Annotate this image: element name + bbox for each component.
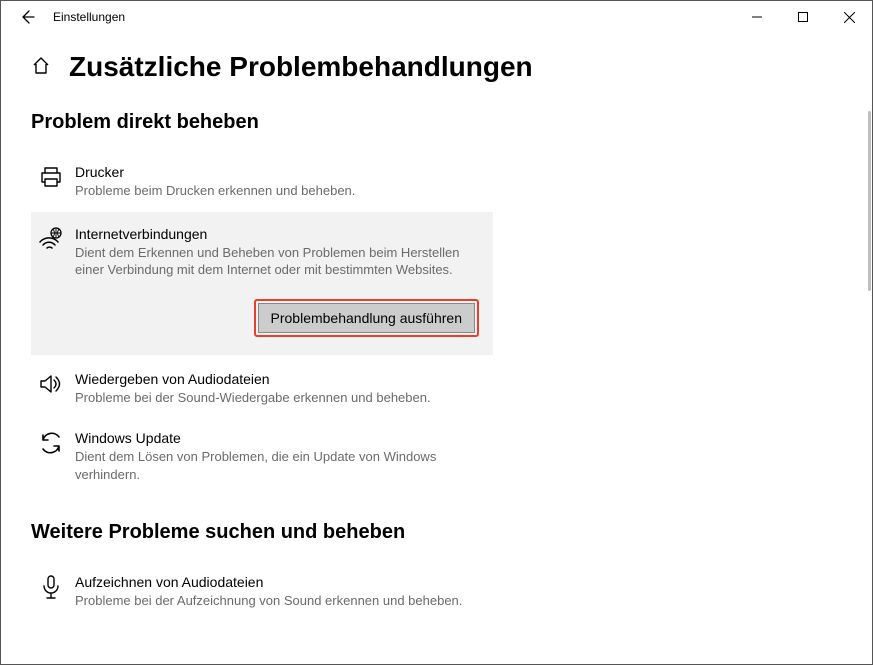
printer-icon <box>37 164 65 192</box>
troubleshooter-windows-update[interactable]: Windows Update Dient dem Lösen von Probl… <box>31 418 493 495</box>
section-heading: Weitere Probleme suchen und beheben <box>31 521 842 544</box>
troubleshooter-printer[interactable]: Drucker Probleme beim Drucken erkennen u… <box>31 152 493 212</box>
page-header: Zusätzliche Problembehandlungen <box>31 51 842 83</box>
wifi-globe-icon <box>37 226 65 254</box>
content-area: Zusätzliche Problembehandlungen Problem … <box>1 33 872 664</box>
troubleshooter-title: Aufzeichnen von Audiodateien <box>75 574 479 590</box>
troubleshooter-desc: Dient dem Lösen von Problemen, die ein U… <box>75 448 479 483</box>
run-button-row: Problembehandlung ausführen <box>75 299 479 337</box>
scrollbar[interactable] <box>868 111 871 291</box>
close-button[interactable] <box>826 1 872 33</box>
titlebar: Einstellungen <box>1 1 872 33</box>
minimize-button[interactable] <box>734 1 780 33</box>
troubleshooter-audio-playback[interactable]: Wiedergeben von Audiodateien Probleme be… <box>31 359 493 419</box>
microphone-icon <box>37 574 65 602</box>
troubleshooter-list: Drucker Probleme beim Drucken erkennen u… <box>31 152 493 495</box>
troubleshooter-title: Windows Update <box>75 430 479 446</box>
run-troubleshooter-button[interactable]: Problembehandlung ausführen <box>258 303 475 333</box>
maximize-button[interactable] <box>780 1 826 33</box>
arrow-left-icon <box>19 9 35 25</box>
troubleshooter-audio-recording[interactable]: Aufzeichnen von Audiodateien Probleme be… <box>31 562 493 622</box>
window-controls <box>734 1 872 33</box>
maximize-icon <box>798 12 808 22</box>
speaker-icon <box>37 371 65 399</box>
troubleshooter-title: Drucker <box>75 164 479 180</box>
troubleshooter-title: Wiedergeben von Audiodateien <box>75 371 479 387</box>
troubleshooter-list: Aufzeichnen von Audiodateien Probleme be… <box>31 562 493 622</box>
troubleshooter-desc: Probleme beim Drucken erkennen und beheb… <box>75 182 479 200</box>
home-icon[interactable] <box>31 56 53 78</box>
section-heading: Problem direkt beheben <box>31 111 842 134</box>
page-title: Zusätzliche Problembehandlungen <box>69 51 533 83</box>
close-icon <box>844 12 855 23</box>
back-button[interactable] <box>5 1 49 33</box>
sync-icon <box>37 430 65 458</box>
run-button-highlight: Problembehandlung ausführen <box>254 299 479 337</box>
minimize-icon <box>752 12 762 22</box>
troubleshooter-desc: Probleme bei der Aufzeichnung von Sound … <box>75 592 479 610</box>
troubleshooter-title: Internetverbindungen <box>75 226 479 242</box>
troubleshooter-desc: Probleme bei der Sound-Wiedergabe erkenn… <box>75 389 479 407</box>
troubleshooter-internet[interactable]: Internetverbindungen Dient dem Erkennen … <box>31 212 493 355</box>
window-title: Einstellungen <box>53 10 125 24</box>
troubleshooter-desc: Dient dem Erkennen und Beheben von Probl… <box>75 244 479 279</box>
